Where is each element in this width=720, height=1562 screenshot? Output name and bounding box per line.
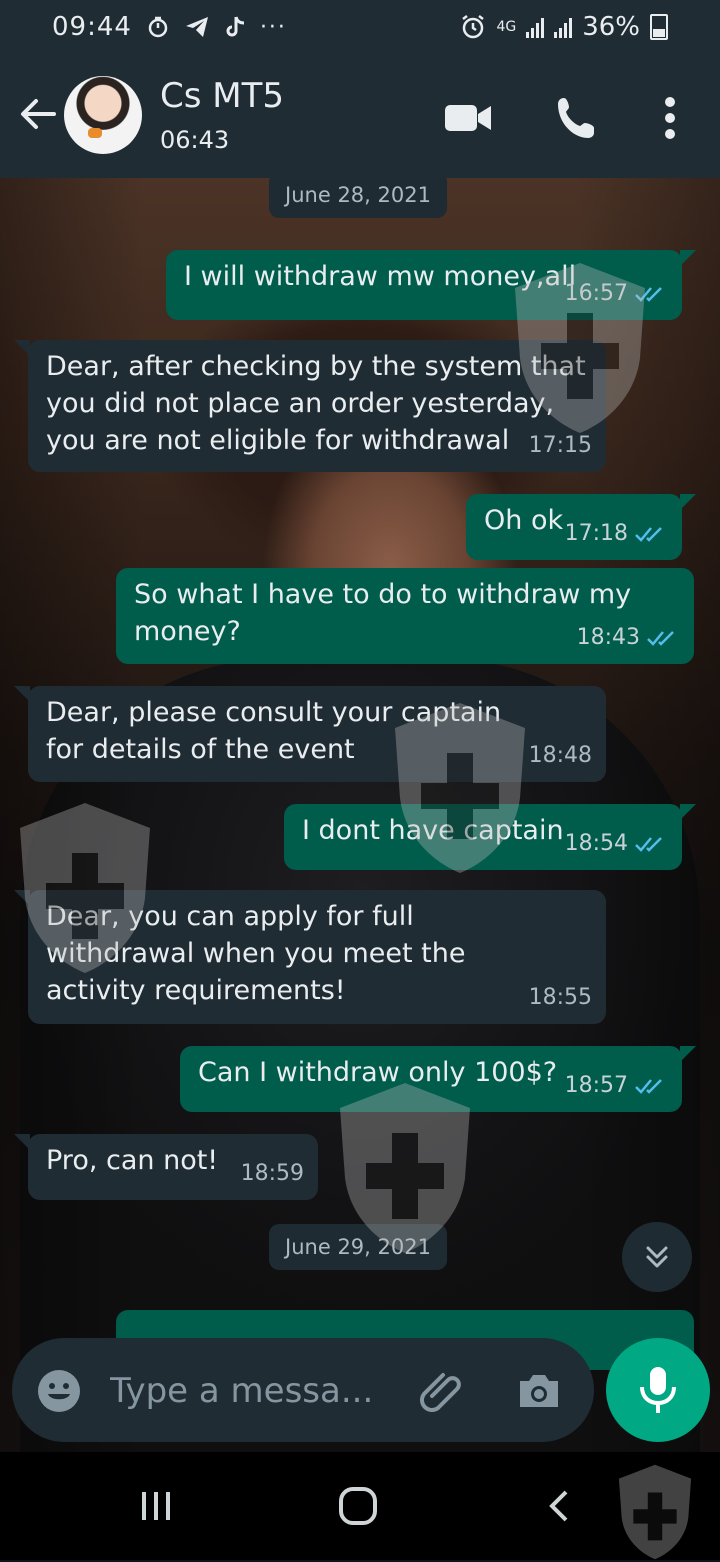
message-composer xyxy=(12,1338,594,1442)
incoming-message[interactable]: Dear, you can apply for full withdrawal … xyxy=(14,890,606,1024)
microphone-icon xyxy=(640,1367,676,1413)
message-time: 17:15 xyxy=(528,433,592,458)
read-ticks-icon xyxy=(635,526,662,542)
message-time: 18:48 xyxy=(528,743,592,768)
signal-icon xyxy=(554,16,573,38)
system-navigation-bar xyxy=(0,1452,720,1560)
read-ticks-icon xyxy=(647,630,674,646)
outgoing-message[interactable]: Can I withdraw only 100$? 18:57 xyxy=(180,1046,696,1112)
outgoing-message[interactable]: I will withdraw mw money,all 16:57 xyxy=(166,250,696,320)
message-text: Dear, please consult your captain for de… xyxy=(46,697,502,765)
voice-call-icon[interactable] xyxy=(552,92,604,144)
outgoing-message[interactable]: Oh ok 17:18 xyxy=(466,494,696,560)
message-text: Dear, you can apply for full withdrawal … xyxy=(46,901,466,1006)
battery-icon xyxy=(650,14,668,40)
emoji-icon[interactable] xyxy=(36,1368,82,1414)
camera-icon[interactable] xyxy=(514,1366,564,1416)
chat-header: Cs MT5 06:43 xyxy=(0,54,720,178)
incoming-message[interactable]: Pro, can not! 18:59 xyxy=(14,1134,318,1200)
status-time: 09:44 xyxy=(52,12,132,42)
message-time: 18:59 xyxy=(240,1161,304,1186)
scroll-down-button[interactable] xyxy=(622,1222,692,1292)
message-time: 18:55 xyxy=(528,985,592,1010)
attachment-icon[interactable] xyxy=(416,1366,466,1416)
video-call-icon[interactable] xyxy=(442,92,494,144)
back-button[interactable] xyxy=(530,1476,590,1536)
message-time: 16:57 xyxy=(564,281,628,306)
date-chip: June 28, 2021 xyxy=(269,178,447,218)
signal-icon xyxy=(526,16,545,38)
more-options-icon[interactable] xyxy=(644,92,696,144)
avatar[interactable] xyxy=(64,76,142,154)
back-arrow-icon[interactable] xyxy=(14,90,62,138)
battery-percent: 36% xyxy=(582,12,640,42)
network-type: 4G xyxy=(496,19,517,35)
outgoing-message[interactable]: So what I have to do to withdraw my mone… xyxy=(116,568,694,664)
read-ticks-icon xyxy=(635,836,662,852)
alarm-icon xyxy=(462,15,485,39)
double-chevron-down-icon xyxy=(646,1246,668,1268)
date-chip: June 29, 2021 xyxy=(269,1224,447,1270)
message-list[interactable]: June 28, 2021 I will withdraw mw money,a… xyxy=(0,178,720,1452)
timer-icon xyxy=(148,16,168,38)
voice-message-button[interactable] xyxy=(606,1338,710,1442)
read-ticks-icon xyxy=(635,1078,662,1094)
watermark-shield-icon xyxy=(618,1464,692,1560)
more-notifications-icon: ··· xyxy=(259,14,287,40)
message-time: 18:43 xyxy=(576,625,640,650)
incoming-message[interactable]: Dear, after checking by the system that … xyxy=(14,340,606,472)
home-icon xyxy=(339,1487,377,1525)
back-chevron-icon xyxy=(549,1490,568,1522)
contact-name[interactable]: Cs MT5 xyxy=(160,76,284,116)
message-input[interactable] xyxy=(108,1364,392,1418)
recent-apps-button[interactable] xyxy=(126,1476,186,1536)
read-ticks-icon xyxy=(635,286,662,302)
message-time: 17:18 xyxy=(564,521,628,546)
outgoing-message[interactable]: I dont have captain 18:54 xyxy=(284,804,696,870)
telegram-icon xyxy=(185,17,208,37)
home-button[interactable] xyxy=(328,1476,388,1536)
message-text: Dear, after checking by the system that … xyxy=(46,351,586,456)
message-time: 18:54 xyxy=(564,831,628,856)
incoming-message[interactable]: Dear, please consult your captain for de… xyxy=(14,686,606,782)
message-time: 18:57 xyxy=(564,1073,628,1098)
recent-apps-icon xyxy=(142,1492,170,1520)
contact-status: 06:43 xyxy=(160,126,230,154)
status-bar: 09:44 ··· 4G 36% xyxy=(0,0,720,54)
tiktok-icon xyxy=(226,16,245,37)
